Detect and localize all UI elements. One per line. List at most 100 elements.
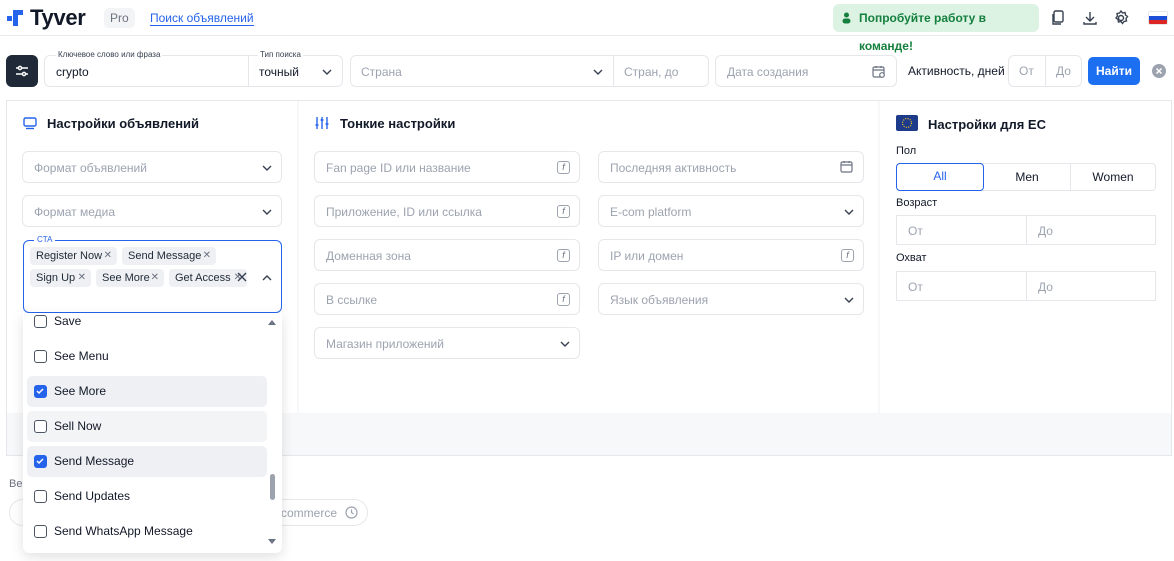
countries-to-placeholder: Стран, до [624, 65, 679, 79]
chevron-down-icon [593, 69, 603, 75]
clear-filters-icon[interactable] [1152, 64, 1166, 78]
cta-option[interactable]: Sell Now [27, 411, 267, 442]
ad-format-placeholder: Формат объявлений [34, 161, 147, 175]
fine-settings-title: Тонкие настройки [340, 116, 456, 131]
facebook-icon: f [557, 161, 570, 174]
filters-toggle-button[interactable] [6, 55, 38, 87]
cta-option[interactable]: Send Message [27, 446, 267, 477]
search-type-select[interactable]: Тип поиска точный [248, 50, 343, 87]
search-type-value: точный [259, 65, 299, 79]
country-placeholder: Страна [361, 65, 402, 79]
ip-domain-field[interactable]: IP или домен f [598, 239, 864, 271]
team-trial-label: Попробуйте работу в команде! [859, 11, 987, 53]
gender-option-all[interactable]: All [896, 163, 984, 191]
ecommerce-chip-label: commerce [281, 506, 338, 520]
cta-option-label: Send WhatsApp Message [54, 524, 193, 538]
domain-zone-field[interactable]: Доменная зона f [314, 239, 580, 271]
cta-dropdown: Save See Menu See More Sell Now Send Mes… [23, 313, 282, 553]
cta-option-label: Send Message [54, 454, 135, 468]
fan-page-field[interactable]: Fan page ID или название f [314, 151, 580, 183]
reach-from-input[interactable]: От [908, 280, 923, 294]
checkbox[interactable] [34, 350, 47, 363]
cta-tag: Get Access ✕ [169, 269, 247, 287]
calendar-icon[interactable] [840, 160, 854, 174]
remove-tag-icon[interactable]: ✕ [203, 247, 211, 265]
ad-language-select[interactable]: Язык объявления [598, 283, 864, 315]
checkbox[interactable] [34, 525, 47, 538]
countries-to-field[interactable]: Стран, до [613, 55, 709, 87]
eu-settings-title: Настройки для ЕС [928, 117, 1046, 132]
scroll-down-icon[interactable] [268, 539, 276, 544]
ip-domain-placeholder: IP или домен [610, 249, 684, 263]
sliders-icon [16, 65, 28, 77]
settings-icon[interactable] [1112, 9, 1130, 27]
cta-option-label: Send Updates [54, 489, 131, 503]
download-icon[interactable] [1081, 9, 1099, 27]
domain-zone-placeholder: Доменная зона [326, 249, 411, 263]
reach-label: Охват [896, 252, 927, 264]
gender-option-women[interactable]: Women [1070, 164, 1156, 190]
app-field[interactable]: Приложение, ID или ссылка f [314, 195, 580, 227]
plan-badge: Pro [104, 8, 135, 28]
clock-icon [345, 506, 358, 519]
remove-tag-icon[interactable]: ✕ [151, 269, 159, 287]
facebook-icon: f [841, 249, 854, 262]
dropdown-scrollbar[interactable] [270, 474, 275, 500]
checkbox-checked[interactable] [34, 455, 47, 468]
activity-label: Активность, дней [908, 64, 1005, 78]
ecommerce-chip[interactable]: commerce [268, 499, 368, 526]
copy-icon[interactable] [1049, 9, 1067, 27]
cta-option[interactable]: Send Updates [27, 481, 267, 512]
cta-tag-label: Register Now [36, 250, 103, 262]
country-select[interactable]: Страна [350, 55, 614, 87]
age-from-input[interactable]: От [908, 224, 923, 238]
gender-option-men[interactable]: Men [984, 164, 1070, 190]
team-trial-button[interactable]: Попробуйте работу в команде! [833, 4, 1039, 53]
clear-all-icon[interactable] [237, 272, 247, 282]
cta-option[interactable]: Send WhatsApp Message [27, 516, 267, 547]
gender-label: Пол [896, 145, 917, 157]
search-button[interactable]: Найти [1088, 57, 1140, 85]
ad-format-select[interactable]: Формат объявлений [22, 151, 282, 183]
cta-option[interactable]: See Menu [27, 341, 267, 372]
keyword-value: crypto [56, 65, 89, 79]
cta-tag: Register Now ✕ [30, 247, 117, 265]
in-link-field[interactable]: В ссылке f [314, 283, 580, 315]
cta-multiselect[interactable]: CTA Register Now ✕ Send Message ✕ Sign Up ✕… [23, 235, 282, 313]
nav-link-ad-search[interactable]: Поиск объявлений [150, 11, 254, 26]
keyword-field[interactable]: Ключевое слово или фраза crypto [44, 50, 249, 87]
calendar-icon[interactable] [872, 65, 886, 79]
remove-tag-icon[interactable]: ✕ [104, 247, 112, 265]
activity-to-input[interactable]: До [1056, 64, 1071, 78]
age-to-input[interactable]: До [1038, 224, 1053, 238]
ecom-platform-select[interactable]: E-com platform [598, 195, 864, 227]
checkbox[interactable] [34, 420, 47, 433]
cta-option-label: See Menu [54, 349, 109, 363]
flag-ru-icon[interactable] [1148, 11, 1168, 25]
chevron-up-icon[interactable] [262, 275, 272, 281]
facebook-icon: f [557, 293, 570, 306]
checkbox[interactable] [34, 315, 47, 328]
reach-to-input[interactable]: До [1038, 280, 1053, 294]
brand-name: Tyver [30, 5, 86, 30]
app-store-select[interactable]: Магазин приложений [314, 327, 580, 359]
cta-tag: See More ✕ [96, 269, 164, 287]
cta-tag-label: Sign Up [36, 272, 76, 284]
activity-range: От До [1008, 55, 1082, 87]
remove-tag-icon[interactable]: ✕ [78, 269, 86, 287]
checkbox[interactable] [34, 490, 47, 503]
cta-option[interactable]: Save [27, 313, 267, 337]
activity-from-input[interactable]: От [1019, 64, 1034, 78]
age-range: От До [896, 215, 1156, 245]
last-activity-field[interactable]: Последняя активность [598, 151, 864, 183]
creation-date-field[interactable]: Дата создания [715, 55, 897, 87]
fine-settings-column: Тонкие настройки Fan page ID или названи… [299, 101, 878, 413]
in-link-placeholder: В ссылке [326, 293, 378, 307]
check-icon [36, 388, 44, 395]
media-format-select[interactable]: Формат медиа [22, 195, 282, 227]
cta-option[interactable]: See More [27, 376, 267, 407]
person-icon [842, 12, 851, 24]
ecom-platform-placeholder: E-com platform [610, 205, 692, 219]
checkbox-checked[interactable] [34, 385, 47, 398]
scroll-up-icon[interactable] [268, 320, 276, 325]
